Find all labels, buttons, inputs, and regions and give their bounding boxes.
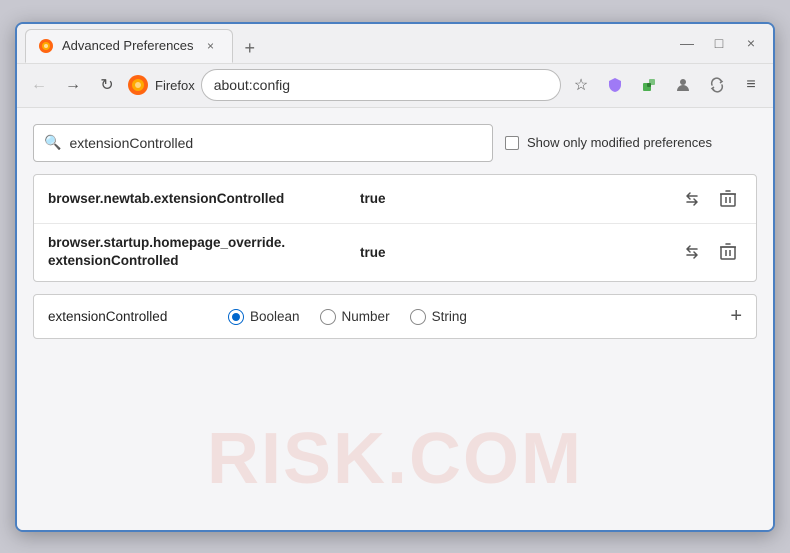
title-bar: Advanced Preferences × + — □ × — [17, 24, 773, 64]
forward-button[interactable]: → — [59, 71, 87, 99]
browser-window: Advanced Preferences × + — □ × ← → ↻ Fir… — [15, 22, 775, 532]
search-box[interactable]: 🔍 — [33, 124, 493, 162]
radio-option-boolean[interactable]: Boolean — [228, 309, 300, 325]
watermark: RISK.COM — [207, 418, 583, 500]
minimize-button[interactable]: — — [673, 32, 701, 54]
delete-button-2[interactable] — [714, 238, 742, 266]
content-area: RISK.COM 🔍 Show only modified preference… — [17, 108, 773, 530]
search-input[interactable] — [69, 135, 482, 151]
new-tab-button[interactable]: + — [237, 34, 264, 63]
add-preference-button[interactable]: + — [730, 305, 742, 328]
toolbar-icons: ☆ — [567, 71, 765, 99]
table-row: browser.newtab.extensionControlled true — [34, 175, 756, 224]
extension-button[interactable] — [635, 71, 663, 99]
results-table: browser.newtab.extensionControlled true — [33, 174, 757, 283]
radio-circle-string[interactable] — [410, 309, 426, 325]
reload-button[interactable]: ↻ — [93, 71, 121, 99]
radio-label-string: String — [432, 309, 467, 324]
radio-option-string[interactable]: String — [410, 309, 467, 325]
address-bar[interactable]: about:config — [201, 69, 561, 101]
radio-label-number: Number — [342, 309, 390, 324]
radio-group: Boolean Number String — [228, 309, 710, 325]
new-preference-row: extensionControlled Boolean Number — [33, 294, 757, 339]
close-button[interactable]: × — [737, 32, 765, 54]
result-actions-1 — [678, 185, 742, 213]
result-name-1: browser.newtab.extensionControlled — [48, 191, 348, 206]
bookmark-button[interactable]: ☆ — [567, 71, 595, 99]
radio-circle-number[interactable] — [320, 309, 336, 325]
search-row: 🔍 Show only modified preferences — [33, 124, 757, 162]
tab-favicon — [38, 38, 54, 54]
radio-circle-boolean[interactable] — [228, 309, 244, 325]
back-button[interactable]: ← — [25, 71, 53, 99]
menu-button[interactable]: ≡ — [737, 71, 765, 99]
window-controls: — □ × — [673, 32, 765, 54]
radio-dot-boolean — [232, 313, 240, 321]
show-modified-row[interactable]: Show only modified preferences — [505, 135, 712, 150]
result-name-2: browser.startup.homepage_override. exten… — [48, 234, 348, 272]
account-button[interactable] — [669, 71, 697, 99]
result-value-1: true — [360, 191, 386, 206]
result-actions-2 — [678, 238, 742, 266]
active-tab[interactable]: Advanced Preferences × — [25, 29, 233, 63]
tab-strip: Advanced Preferences × + — [25, 24, 665, 63]
show-modified-checkbox[interactable] — [505, 136, 519, 150]
tab-close-button[interactable]: × — [202, 37, 220, 55]
shield-button[interactable] — [601, 71, 629, 99]
swap-button-2[interactable] — [678, 238, 706, 266]
new-pref-name: extensionControlled — [48, 309, 208, 324]
maximize-button[interactable]: □ — [705, 32, 733, 54]
delete-button-1[interactable] — [714, 185, 742, 213]
table-row: browser.startup.homepage_override. exten… — [34, 224, 756, 282]
show-modified-label: Show only modified preferences — [527, 135, 712, 150]
firefox-logo — [127, 74, 149, 96]
result-value-2: true — [360, 245, 386, 260]
search-icon: 🔍 — [44, 134, 61, 151]
tab-title: Advanced Preferences — [62, 38, 194, 53]
sync-button[interactable] — [703, 71, 731, 99]
address-text: about:config — [214, 77, 548, 93]
radio-option-number[interactable]: Number — [320, 309, 390, 325]
radio-label-boolean: Boolean — [250, 309, 300, 324]
navigation-bar: ← → ↻ Firefox about:config ☆ — [17, 64, 773, 108]
swap-button-1[interactable] — [678, 185, 706, 213]
firefox-label: Firefox — [155, 78, 195, 93]
